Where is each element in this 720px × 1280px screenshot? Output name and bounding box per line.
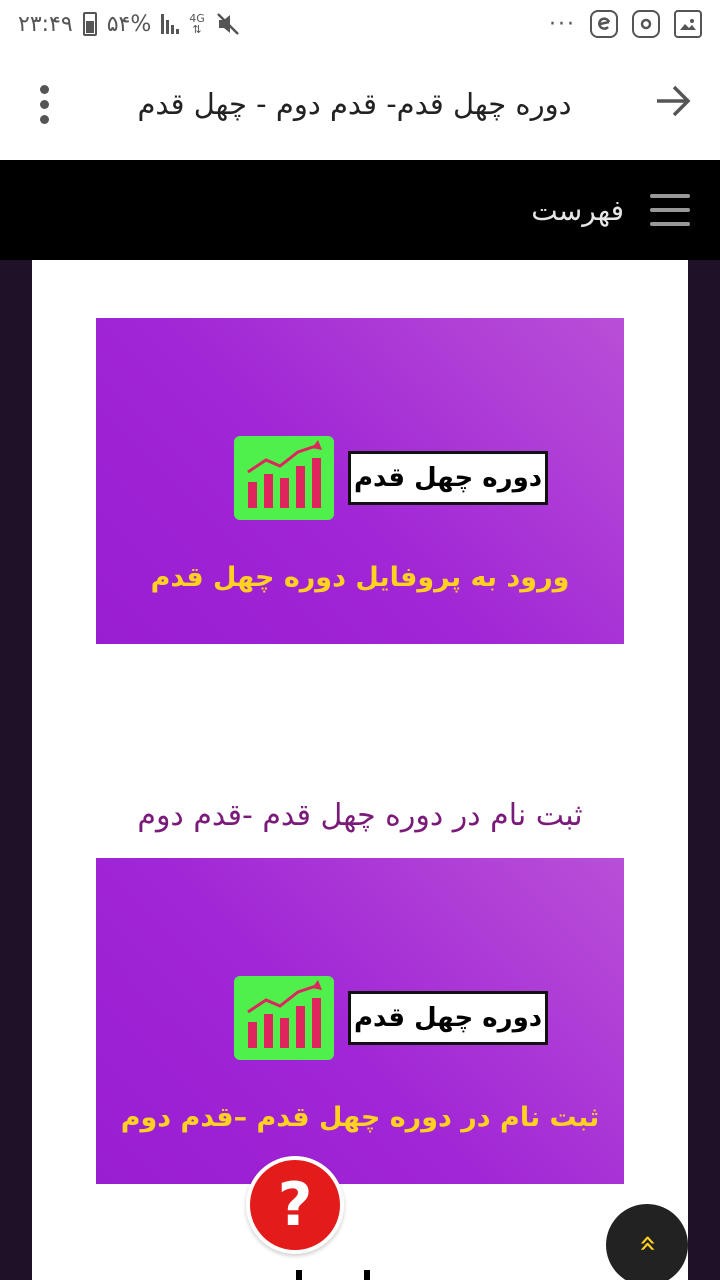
banner-cta: ورود به پروفایل دوره چهل قدم — [150, 562, 570, 593]
arrow-right-icon — [657, 85, 691, 116]
register-banner[interactable]: دوره چهل قدم ثبت نام در دوره چهل قدم –قد… — [96, 858, 624, 1184]
site-nav: فهرست — [0, 160, 720, 260]
eitaa-icon — [590, 10, 618, 38]
network-type: 4G ⇅ — [189, 12, 205, 36]
question-icon: ? — [277, 1170, 313, 1240]
course-name-box: دوره چهل قدم — [348, 451, 548, 505]
hamburger-icon[interactable] — [650, 194, 690, 226]
growth-chart-icon — [234, 436, 334, 520]
double-chevron-up-icon: » — [629, 1234, 665, 1253]
battery-icon — [82, 12, 97, 36]
course-name-box: دوره چهل قدم — [348, 991, 548, 1045]
status-time: ۲۳:۴۹ — [18, 11, 73, 37]
status-right: ··· — [549, 10, 702, 38]
back-button[interactable] — [654, 84, 692, 125]
banner-cta: ثبت نام در دوره چهل قدم –قدم دوم — [120, 1102, 600, 1133]
scroll-to-top-button[interactable]: » — [606, 1204, 688, 1280]
content-card: دوره چهل قدم ورود به پروفایل دوره چهل قد… — [32, 260, 688, 1280]
gallery-icon — [674, 10, 702, 38]
status-left: ۲۳:۴۹ ۵۴% 4G ⇅ — [18, 11, 241, 37]
profile-banner[interactable]: دوره چهل قدم ورود به پروفایل دوره چهل قد… — [96, 318, 624, 644]
battery-level: ۵۴% — [106, 11, 152, 37]
menu-label[interactable]: فهرست — [531, 194, 624, 227]
more-icon: ··· — [549, 11, 576, 37]
section-heading: ثبت نام در دوره چهل قدم -قدم دوم — [137, 798, 583, 833]
kebab-menu-icon[interactable] — [34, 79, 55, 130]
mute-icon — [216, 13, 239, 35]
status-bar: ۲۳:۴۹ ۵۴% 4G ⇅ ··· — [0, 0, 720, 48]
cut-off-text — [290, 1262, 380, 1280]
help-button[interactable]: ? — [246, 1156, 344, 1254]
browser-toolbar: دوره چهل قدم- قدم دوم - چهل قدم — [0, 48, 720, 160]
signal-icon — [161, 14, 180, 34]
page-title: دوره چهل قدم- قدم دوم - چهل قدم — [137, 87, 572, 121]
growth-chart-icon — [234, 976, 334, 1060]
instagram-icon — [632, 10, 660, 38]
